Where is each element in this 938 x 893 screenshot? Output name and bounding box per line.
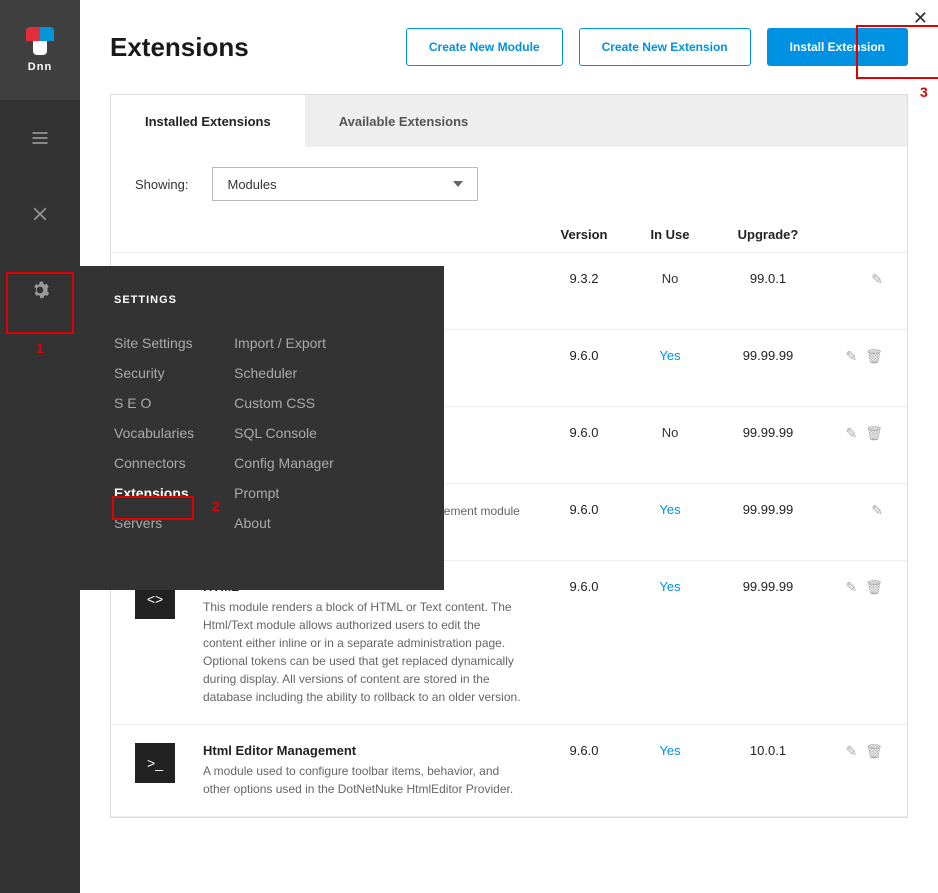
flyout-item-s-e-o[interactable]: S E O bbox=[114, 388, 194, 418]
flyout-item-sql-console[interactable]: SQL Console bbox=[234, 418, 334, 448]
flyout-item-extensions[interactable]: Extensions bbox=[114, 478, 194, 508]
tab-installed[interactable]: Installed Extensions bbox=[111, 95, 305, 147]
edit-icon[interactable]: ✎ bbox=[871, 502, 883, 519]
edit-icon[interactable]: ✎ bbox=[845, 579, 857, 596]
col-version: Version bbox=[541, 227, 627, 242]
row-description: A module used to configure toolbar items… bbox=[203, 762, 521, 798]
tab-available[interactable]: Available Extensions bbox=[305, 95, 503, 147]
delete-icon[interactable]: 🗑 bbox=[865, 348, 883, 365]
filter-label: Showing: bbox=[135, 177, 188, 192]
create-extension-button[interactable]: Create New Extension bbox=[579, 28, 751, 66]
row-upgrade: 99.0.1 bbox=[713, 271, 823, 286]
flyout-item-about[interactable]: About bbox=[234, 508, 334, 538]
row-upgrade: 99.99.99 bbox=[713, 579, 823, 594]
table-row: >_ Html Editor Management A module used to… bbox=[111, 725, 907, 817]
flyout-item-servers[interactable]: Servers bbox=[114, 508, 194, 538]
row-version: 9.3.2 bbox=[541, 271, 627, 286]
flyout-item-prompt[interactable]: Prompt bbox=[234, 478, 334, 508]
row-version: 9.6.0 bbox=[541, 425, 627, 440]
edit-icon[interactable]: ✎ bbox=[845, 743, 857, 760]
flyout-col-2: Import / ExportSchedulerCustom CSSSQL Co… bbox=[234, 328, 334, 538]
col-inuse: In Use bbox=[627, 227, 713, 242]
filter-select[interactable]: Modules bbox=[212, 167, 478, 201]
tools-icon bbox=[30, 204, 50, 224]
flyout-title: SETTINGS bbox=[114, 294, 410, 306]
delete-icon[interactable]: 🗑 bbox=[865, 579, 883, 596]
install-extension-button[interactable]: Install Extension bbox=[767, 28, 908, 66]
logo-text: Dnn bbox=[28, 61, 52, 73]
header-buttons: Create New Module Create New Extension I… bbox=[406, 28, 908, 66]
row-version: 9.6.0 bbox=[541, 743, 627, 758]
row-inuse: No bbox=[627, 271, 713, 286]
sidebar-item-settings[interactable] bbox=[0, 252, 80, 328]
row-inuse: Yes bbox=[627, 502, 713, 517]
logo[interactable]: Dnn bbox=[0, 0, 80, 100]
delete-icon[interactable]: 🗑 bbox=[865, 743, 883, 760]
flyout-item-config-manager[interactable]: Config Manager bbox=[234, 448, 334, 478]
col-upgrade: Upgrade? bbox=[713, 227, 823, 242]
tabs: Installed Extensions Available Extension… bbox=[111, 95, 907, 147]
settings-flyout: SETTINGS Site SettingsSecurityS E OVocab… bbox=[80, 266, 444, 590]
flyout-item-site-settings[interactable]: Site Settings bbox=[114, 328, 194, 358]
row-inuse: Yes bbox=[627, 743, 713, 758]
page-title: Extensions bbox=[110, 32, 249, 63]
edit-icon[interactable]: ✎ bbox=[845, 348, 857, 365]
create-module-button[interactable]: Create New Module bbox=[406, 28, 563, 66]
row-version: 9.6.0 bbox=[541, 579, 627, 594]
edit-icon[interactable]: ✎ bbox=[871, 271, 883, 288]
annotation-3: 3 bbox=[920, 84, 928, 100]
header: Extensions Create New Module Create New … bbox=[80, 0, 938, 94]
gear-icon bbox=[30, 280, 50, 300]
delete-icon[interactable]: 🗑 bbox=[865, 425, 883, 442]
row-inuse: No bbox=[627, 425, 713, 440]
row-inuse: Yes bbox=[627, 348, 713, 363]
sidebar-item-content[interactable] bbox=[0, 100, 80, 176]
flyout-col-1: Site SettingsSecurityS E OVocabulariesCo… bbox=[114, 328, 194, 538]
edit-icon[interactable]: ✎ bbox=[845, 425, 857, 442]
filter-value: Modules bbox=[227, 177, 276, 192]
content-icon bbox=[30, 128, 50, 148]
row-title: Html Editor Management bbox=[203, 743, 521, 758]
row-version: 9.6.0 bbox=[541, 502, 627, 517]
row-upgrade: 99.99.99 bbox=[713, 425, 823, 440]
dnn-logo-icon bbox=[26, 27, 54, 55]
row-upgrade: 10.0.1 bbox=[713, 743, 823, 758]
flyout-item-security[interactable]: Security bbox=[114, 358, 194, 388]
row-upgrade: 99.99.99 bbox=[713, 502, 823, 517]
flyout-item-scheduler[interactable]: Scheduler bbox=[234, 358, 334, 388]
flyout-item-connectors[interactable]: Connectors bbox=[114, 448, 194, 478]
filter-bar: Showing: Modules bbox=[111, 147, 907, 215]
row-upgrade: 99.99.99 bbox=[713, 348, 823, 363]
flyout-item-custom-css[interactable]: Custom CSS bbox=[234, 388, 334, 418]
sidebar: Dnn bbox=[0, 0, 80, 893]
annotation-1: 1 bbox=[36, 340, 44, 356]
sidebar-item-tools[interactable] bbox=[0, 176, 80, 252]
annotation-2: 2 bbox=[212, 498, 220, 514]
close-icon[interactable]: ✕ bbox=[913, 8, 928, 29]
chevron-down-icon bbox=[453, 181, 463, 187]
flyout-item-import-export[interactable]: Import / Export bbox=[234, 328, 334, 358]
row-inuse: Yes bbox=[627, 579, 713, 594]
row-description: This module renders a block of HTML or T… bbox=[203, 598, 521, 706]
flyout-item-vocabularies[interactable]: Vocabularies bbox=[114, 418, 194, 448]
row-version: 9.6.0 bbox=[541, 348, 627, 363]
table-header: Version In Use Upgrade? bbox=[111, 215, 907, 253]
module-icon: >_ bbox=[135, 743, 175, 783]
